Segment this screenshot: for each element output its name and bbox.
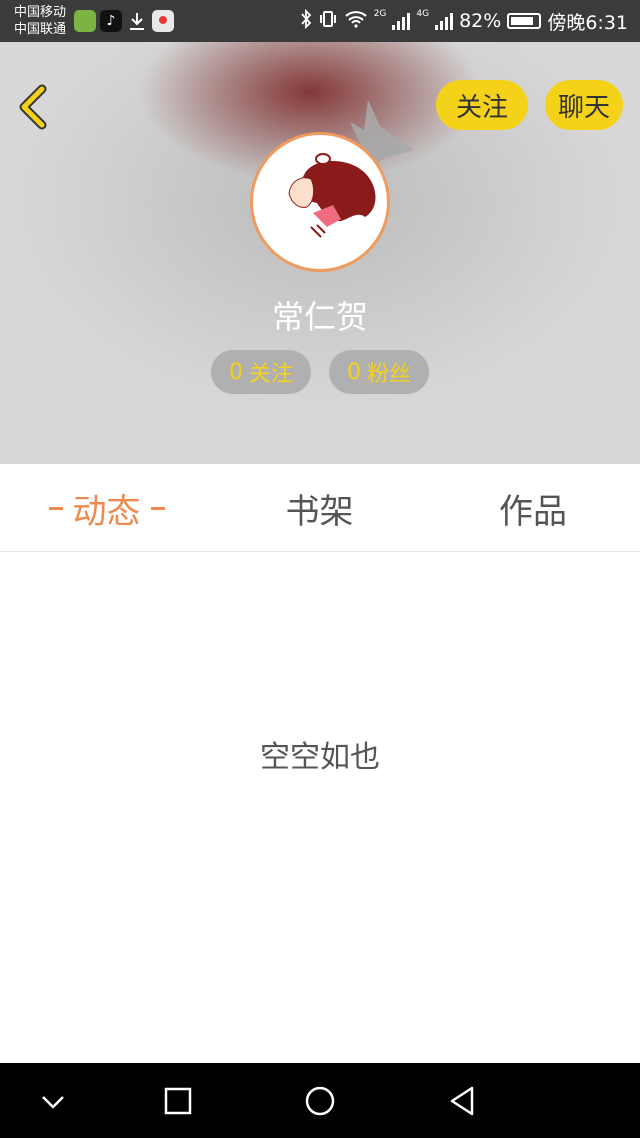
tab-dynamic-label: 动态 bbox=[72, 491, 141, 532]
tab-bookshelf[interactable]: 书架 bbox=[213, 464, 426, 552]
vibrate-icon bbox=[318, 9, 338, 34]
square-icon bbox=[164, 1087, 192, 1115]
home-button[interactable] bbox=[300, 1081, 340, 1121]
battery-level-fill bbox=[511, 17, 533, 25]
tiktok-icon: ♪ bbox=[100, 10, 122, 32]
avatar[interactable] bbox=[250, 132, 390, 272]
fans-count: 0 bbox=[346, 359, 361, 385]
tab-bookshelf-label: 书架 bbox=[285, 491, 354, 532]
notification-app-icon bbox=[74, 10, 96, 32]
recents-button[interactable] bbox=[158, 1081, 198, 1121]
system-navigation-bar bbox=[0, 1063, 640, 1138]
fans-label: 粉丝 bbox=[366, 362, 411, 387]
fans-count-button[interactable]: 0 粉丝 bbox=[329, 350, 429, 394]
carrier-1: 中国移动 bbox=[14, 5, 67, 20]
follow-button[interactable]: 关注 bbox=[436, 80, 528, 130]
carrier-info: 中国移动 中国联通 bbox=[14, 4, 66, 38]
empty-state-text: 空空如也 bbox=[260, 740, 380, 775]
status-bar: 中国移动 中国联通 ♪ 2G 4G 82% 傍晚6:31 bbox=[0, 0, 640, 42]
triangle-back-icon bbox=[450, 1086, 474, 1116]
chat-button[interactable]: 聊天 bbox=[545, 80, 623, 130]
chevron-down-icon bbox=[42, 1096, 64, 1109]
network-4g-label: 4G bbox=[416, 9, 430, 19]
battery-icon bbox=[507, 13, 542, 29]
carrier-2: 中国联通 bbox=[14, 22, 67, 37]
username: 常仁贺 bbox=[271, 298, 368, 336]
tab-works[interactable]: 作品 bbox=[426, 464, 640, 552]
circle-icon bbox=[305, 1086, 335, 1116]
signal-icon-2 bbox=[435, 12, 454, 30]
avatar-image bbox=[288, 153, 376, 238]
battery-percent: 82% bbox=[459, 10, 502, 32]
chevron-left-icon bbox=[19, 84, 47, 130]
active-tab-indicator-right bbox=[150, 506, 165, 510]
tab-works-label: 作品 bbox=[499, 491, 567, 532]
following-count: 0 bbox=[228, 359, 243, 385]
download-icon bbox=[126, 10, 148, 32]
signal-icon-1 bbox=[392, 12, 411, 30]
tab-dynamic[interactable]: 动态 bbox=[0, 464, 213, 552]
following-count-button[interactable]: 0 关注 bbox=[211, 350, 311, 394]
back-button[interactable] bbox=[14, 84, 54, 130]
map-app-icon bbox=[152, 10, 174, 32]
network-2g-label: 2G bbox=[373, 9, 387, 19]
active-tab-indicator-left bbox=[48, 506, 63, 510]
following-label: 关注 bbox=[248, 362, 293, 387]
profile-tabs: 动态 书架 作品 bbox=[0, 464, 640, 552]
wifi-icon bbox=[344, 10, 368, 33]
clock: 傍晚6:31 bbox=[547, 11, 628, 34]
bluetooth-icon bbox=[300, 8, 312, 34]
profile-header: 关注 聊天 常仁贺 0 关注 0 粉丝 bbox=[0, 42, 640, 464]
hide-nav-button[interactable] bbox=[33, 1081, 73, 1121]
back-nav-button[interactable] bbox=[442, 1081, 482, 1121]
status-icons: 2G 4G 82% 傍晚6:31 bbox=[300, 0, 628, 42]
